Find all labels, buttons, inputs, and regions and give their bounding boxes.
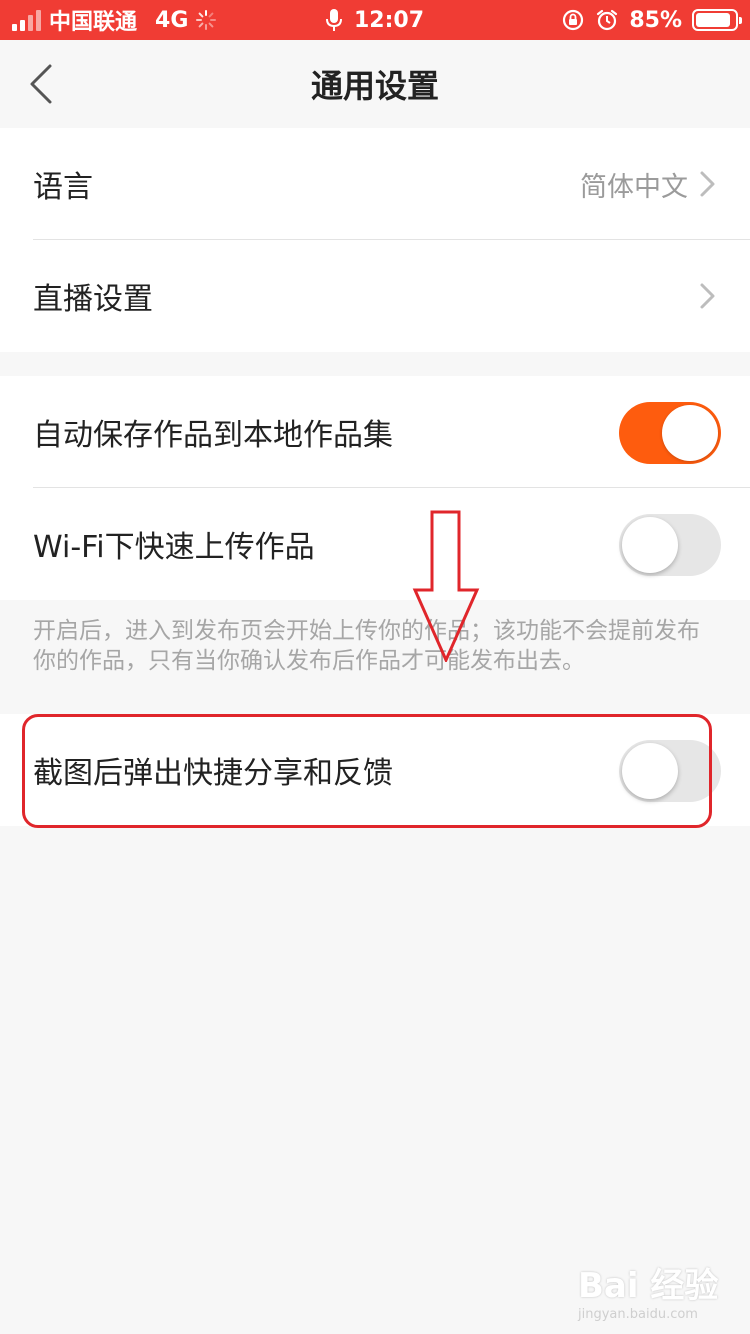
battery-icon [692, 9, 742, 31]
battery-percent: 85% [629, 7, 682, 33]
wifi-upload-label: Wi-Fi下快速上传作品 [33, 530, 315, 565]
wifi-upload-hint: 开启后，进入到发布页会开始上传你的作品；该功能不会提前发布你的作品，只有当你确认… [33, 618, 700, 674]
auto-save-row: 自动保存作品到本地作品集 [0, 376, 750, 488]
network-label: 4G [155, 7, 189, 33]
language-value: 简体中文 [580, 171, 688, 203]
signal-icon [12, 9, 41, 31]
language-row[interactable]: 语言 简体中文 [0, 128, 750, 240]
wifi-upload-row: Wi-Fi下快速上传作品 [0, 488, 750, 600]
status-right: 85% [561, 0, 742, 40]
status-bar: 中国联通 4G 12:07 85% [0, 0, 750, 40]
chevron-right-icon [700, 283, 715, 309]
watermark-url: jingyan.baidu.com [578, 1307, 698, 1322]
auto-save-label: 自动保存作品到本地作品集 [33, 418, 393, 453]
language-label: 语言 [33, 170, 93, 205]
chevron-left-icon[interactable] [20, 60, 68, 108]
toggle-knob [662, 405, 718, 461]
wifi-upload-toggle[interactable] [619, 514, 721, 576]
section-general: 语言 简体中文 直播设置 [0, 128, 750, 352]
watermark-logo: Bai 经验 [578, 1266, 719, 1306]
baidu-jingyan-watermark: Bai 经验 jingyan.baidu.com [578, 1258, 738, 1324]
annotation-highlight-box [22, 714, 712, 828]
annotation-arrow-down-icon [412, 510, 480, 662]
loading-icon [196, 10, 217, 30]
live-settings-label: 直播设置 [33, 282, 153, 317]
carrier-label: 中国联通 [49, 10, 138, 35]
microphone-icon [325, 9, 342, 31]
clock: 12:07 [353, 7, 425, 33]
page-title: 通用设置 [310, 67, 439, 105]
chevron-right-icon [700, 171, 715, 197]
nav-bar: 通用设置 [0, 40, 750, 128]
section-upload: 自动保存作品到本地作品集 Wi-Fi下快速上传作品 [0, 376, 750, 600]
live-settings-row[interactable]: 直播设置 [0, 240, 750, 352]
toggle-knob [622, 517, 678, 573]
auto-save-toggle[interactable] [619, 402, 721, 464]
status-left: 中国联通 4G [12, 0, 217, 40]
alarm-icon [597, 9, 618, 31]
rotation-lock-icon [563, 9, 584, 31]
